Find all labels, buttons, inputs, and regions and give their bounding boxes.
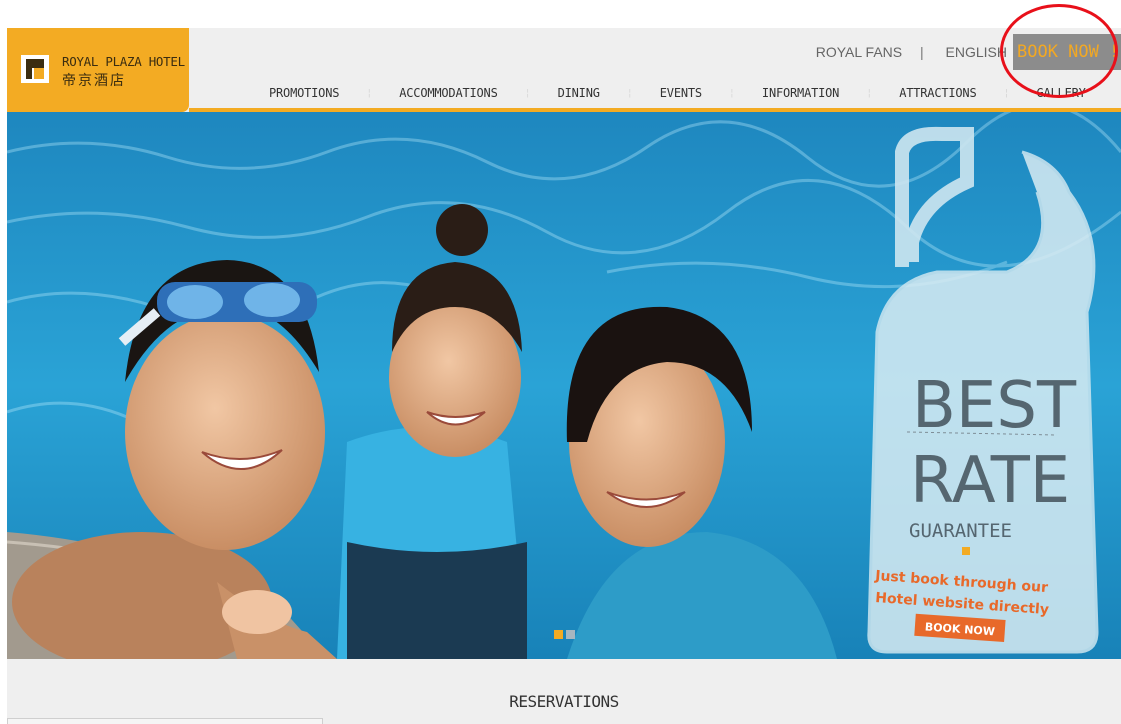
logo-name-zh: 帝京酒店 <box>62 73 126 89</box>
promo-guarantee: GUARANTEE <box>909 520 1012 542</box>
nav-divider: ¦ <box>366 87 373 99</box>
nav-item-dining[interactable]: DINING <box>558 86 600 100</box>
nav-item-promotions[interactable]: PROMOTIONS <box>269 86 339 100</box>
promo-best: BEST <box>912 369 1077 443</box>
top-links: ROYAL FANS | ENGLISH <box>812 44 1007 60</box>
main-nav: PROMOTIONS ¦ ACCOMMODATIONS ¦ DINING ¦ E… <box>269 86 1086 100</box>
nav-item-gallery[interactable]: GALLERY <box>1036 86 1085 100</box>
nav-divider: ¦ <box>626 87 633 99</box>
nav-divider: ¦ <box>866 87 873 99</box>
nav-divider: ¦ <box>524 87 531 99</box>
carousel-indicator <box>554 630 575 639</box>
page: ROYAL PLAZA HOTEL 帝京酒店 ROYAL FANS | ENGL… <box>7 28 1121 724</box>
promo-rate: RATE <box>910 444 1070 518</box>
carousel-dot-2[interactable] <box>566 630 575 639</box>
hero-banner[interactable]: BEST RATE GUARANTEE Just book through ou… <box>7 112 1121 659</box>
nav-divider: ¦ <box>1003 87 1010 99</box>
nav-item-events[interactable]: EVENTS <box>660 86 702 100</box>
nav-item-attractions[interactable]: ATTRACTIONS <box>899 86 976 100</box>
logo-r-icon <box>21 55 49 83</box>
hotel-logo[interactable]: ROYAL PLAZA HOTEL 帝京酒店 <box>7 28 189 112</box>
royal-fans-link[interactable]: ROYAL FANS <box>816 44 902 60</box>
reservations-heading: RESERVATIONS <box>509 692 619 711</box>
hero-image: BEST RATE GUARANTEE Just book through ou… <box>7 112 1121 659</box>
nav-divider: ¦ <box>728 87 735 99</box>
logo-name-en: ROYAL PLAZA HOTEL <box>62 54 185 69</box>
carousel-dot-1[interactable] <box>554 630 563 639</box>
browser-status-bar <box>7 718 323 724</box>
nav-item-accommodations[interactable]: ACCOMMODATIONS <box>399 86 498 100</box>
language-link[interactable]: ENGLISH <box>946 44 1007 60</box>
nav-item-information[interactable]: INFORMATION <box>762 86 839 100</box>
promo-bullet <box>962 547 970 555</box>
book-now-button[interactable]: BOOK NOW ! <box>1013 34 1121 70</box>
site-header: ROYAL PLAZA HOTEL 帝京酒店 ROYAL FANS | ENGL… <box>7 28 1121 112</box>
link-separator: | <box>920 44 924 60</box>
